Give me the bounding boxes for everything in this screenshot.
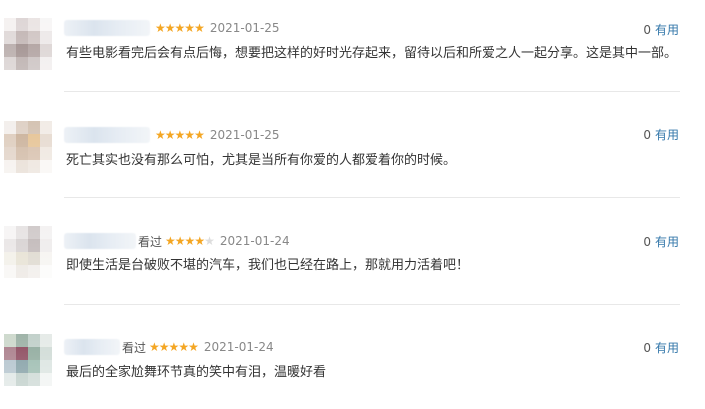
review-meta: 看过 ★ ★ ★ ★ ★ 2021-01-24	[64, 338, 274, 356]
username[interactable]	[64, 339, 120, 355]
review-meta: ★ ★ ★ ★ ★ 2021-01-25	[64, 126, 280, 144]
review-meta: 看过 ★ ★ ★ ★ ★ 2021-01-24	[64, 232, 290, 250]
useful-count: 0	[643, 341, 651, 355]
username[interactable]	[64, 127, 150, 143]
useful-vote[interactable]: 0 有用	[643, 339, 679, 356]
useful-button[interactable]: 有用	[655, 341, 679, 355]
username[interactable]	[64, 233, 136, 249]
star-icon: ★	[155, 128, 166, 142]
rating-stars: ★ ★ ★ ★ ★	[155, 128, 205, 142]
rating-stars: ★ ★ ★ ★ ★	[165, 234, 215, 248]
useful-vote[interactable]: 0 有用	[643, 21, 679, 38]
rating-stars: ★ ★ ★ ★ ★	[149, 340, 199, 354]
star-icon: ★	[184, 128, 195, 142]
review-content: 即使生活是台破败不堪的汽车，我们也已经在路上，那就用力活着吧！	[66, 258, 470, 273]
avatar[interactable]	[4, 334, 52, 386]
star-icon: ★	[184, 234, 196, 248]
watch-status: 看过	[138, 234, 163, 249]
review-date: 2021-01-25	[209, 128, 280, 142]
star-icon: ★	[188, 340, 199, 354]
useful-count: 0	[643, 128, 651, 142]
star-icon: ★	[149, 340, 160, 354]
watch-status: 看过	[122, 340, 147, 355]
star-icon: ★	[174, 21, 186, 35]
star-icon: ★	[194, 21, 205, 35]
rating-stars: ★ ★ ★ ★ ★	[155, 21, 205, 35]
review-date: 2021-01-24	[219, 234, 290, 248]
star-icon: ★	[165, 234, 176, 248]
star-icon: ★	[168, 340, 180, 354]
avatar[interactable]	[4, 226, 52, 278]
review-content: 有些电影看完后会有点后悔，想要把这样的好时光存起来，留待以后和所爱之人一起分享。…	[66, 46, 678, 61]
divider	[64, 91, 680, 92]
useful-count: 0	[643, 235, 651, 249]
review-content: 死亡其实也没有那么可怕，尤其是当所有你爱的人都爱着你的时候。	[66, 153, 457, 168]
divider	[64, 304, 680, 305]
review-content: 最后的全家尬舞环节真的笑中有泪，温暖好看	[66, 365, 327, 380]
useful-button[interactable]: 有用	[655, 128, 679, 142]
username[interactable]	[64, 20, 150, 36]
useful-button[interactable]: 有用	[655, 23, 679, 37]
star-icon: ★	[158, 340, 170, 354]
useful-vote[interactable]: 0 有用	[643, 126, 679, 143]
review-meta: ★ ★ ★ ★ ★ 2021-01-25	[64, 19, 280, 37]
star-icon: ★	[174, 128, 186, 142]
review-date: 2021-01-25	[209, 21, 280, 35]
star-icon: ★	[204, 234, 215, 248]
divider	[64, 197, 680, 198]
useful-button[interactable]: 有用	[655, 235, 679, 249]
avatar[interactable]	[4, 18, 52, 70]
star-icon: ★	[155, 21, 166, 35]
star-icon: ★	[184, 21, 195, 35]
star-icon: ★	[164, 21, 176, 35]
star-icon: ★	[174, 234, 186, 248]
useful-vote[interactable]: 0 有用	[643, 233, 679, 250]
useful-count: 0	[643, 23, 651, 37]
avatar[interactable]	[4, 121, 52, 173]
star-icon: ★	[164, 128, 176, 142]
star-icon: ★	[178, 340, 189, 354]
star-icon: ★	[194, 128, 205, 142]
review-date: 2021-01-24	[203, 340, 274, 354]
star-icon: ★	[194, 234, 205, 248]
